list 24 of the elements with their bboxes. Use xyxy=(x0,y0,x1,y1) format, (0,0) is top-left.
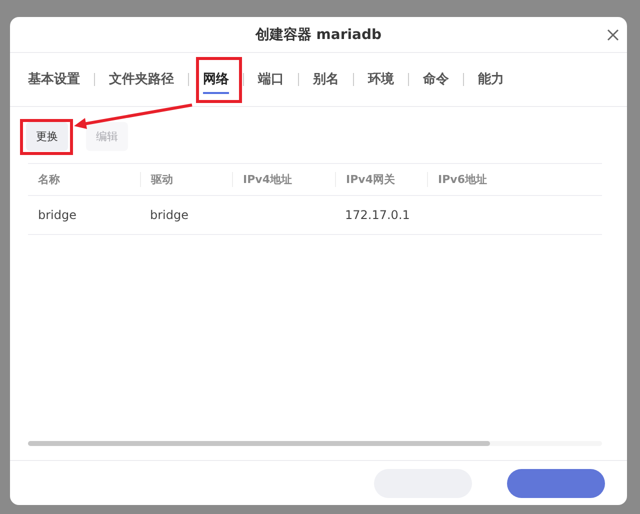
table-cell-text: bridge xyxy=(149,208,190,222)
table-cell-text: 172.17.0.1 xyxy=(344,208,411,222)
tab[interactable]: 基本设置 xyxy=(28,66,80,94)
tab[interactable]: 能力 xyxy=(478,66,504,94)
tab[interactable]: 环境 xyxy=(368,66,394,94)
tab[interactable]: 命令 xyxy=(423,66,449,94)
tab[interactable]: 端口 xyxy=(258,66,284,94)
tab[interactable]: 网络 xyxy=(203,66,229,94)
close-icon xyxy=(607,29,619,41)
tab[interactable]: 别名 xyxy=(313,66,339,94)
highlight-frame xyxy=(196,57,242,103)
toolbar-button[interactable]: 更换 xyxy=(26,122,68,151)
column-header: 驱动 xyxy=(140,172,232,187)
column-header: IPv6地址 xyxy=(427,172,602,187)
tab[interactable]: 文件夹路径 xyxy=(109,66,174,94)
dialog-title: 创建容器 mariadb xyxy=(255,26,382,44)
column-header: IPv4网关 xyxy=(335,172,427,187)
close-button[interactable] xyxy=(605,27,621,43)
highlight-frame xyxy=(20,119,73,155)
confirm-button[interactable] xyxy=(507,468,605,498)
column-header: 名称 xyxy=(37,172,61,187)
table-cell-text: bridge xyxy=(37,208,78,222)
horizontal-scrollbar[interactable] xyxy=(28,441,602,446)
column-header: IPv4地址 xyxy=(232,172,335,187)
